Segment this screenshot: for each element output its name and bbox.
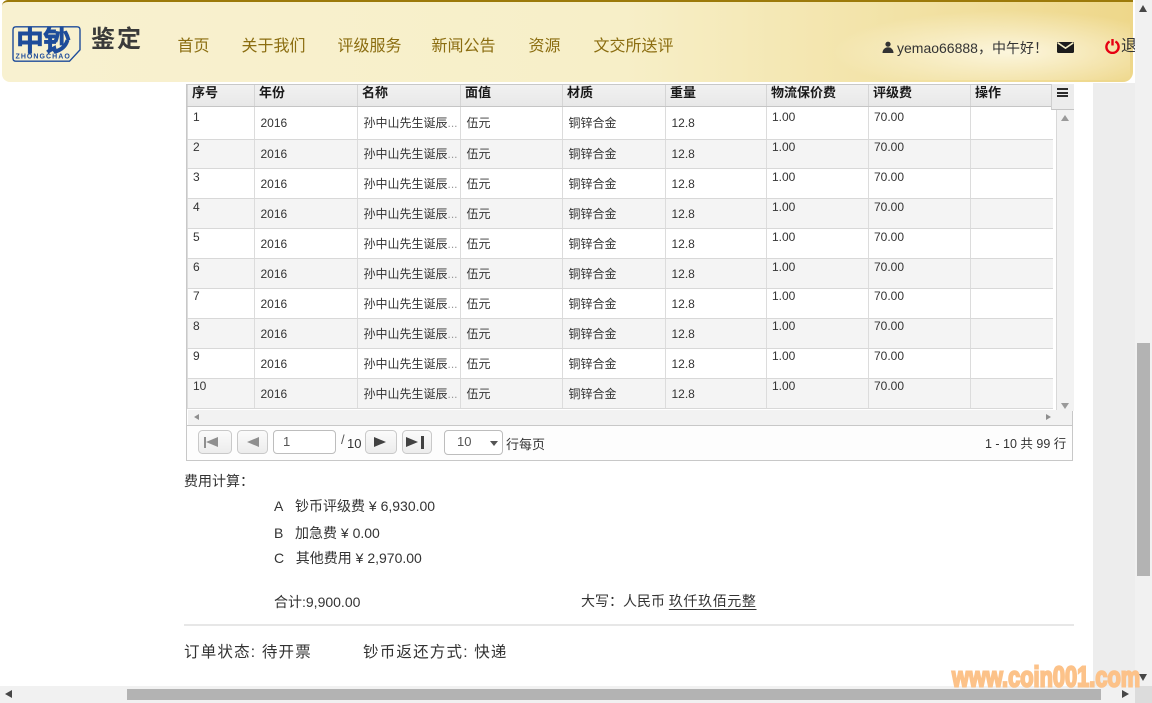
svg-text:ZHONGCHAO: ZHONGCHAO bbox=[16, 54, 71, 61]
svg-text:中钞: 中钞 bbox=[17, 27, 71, 57]
